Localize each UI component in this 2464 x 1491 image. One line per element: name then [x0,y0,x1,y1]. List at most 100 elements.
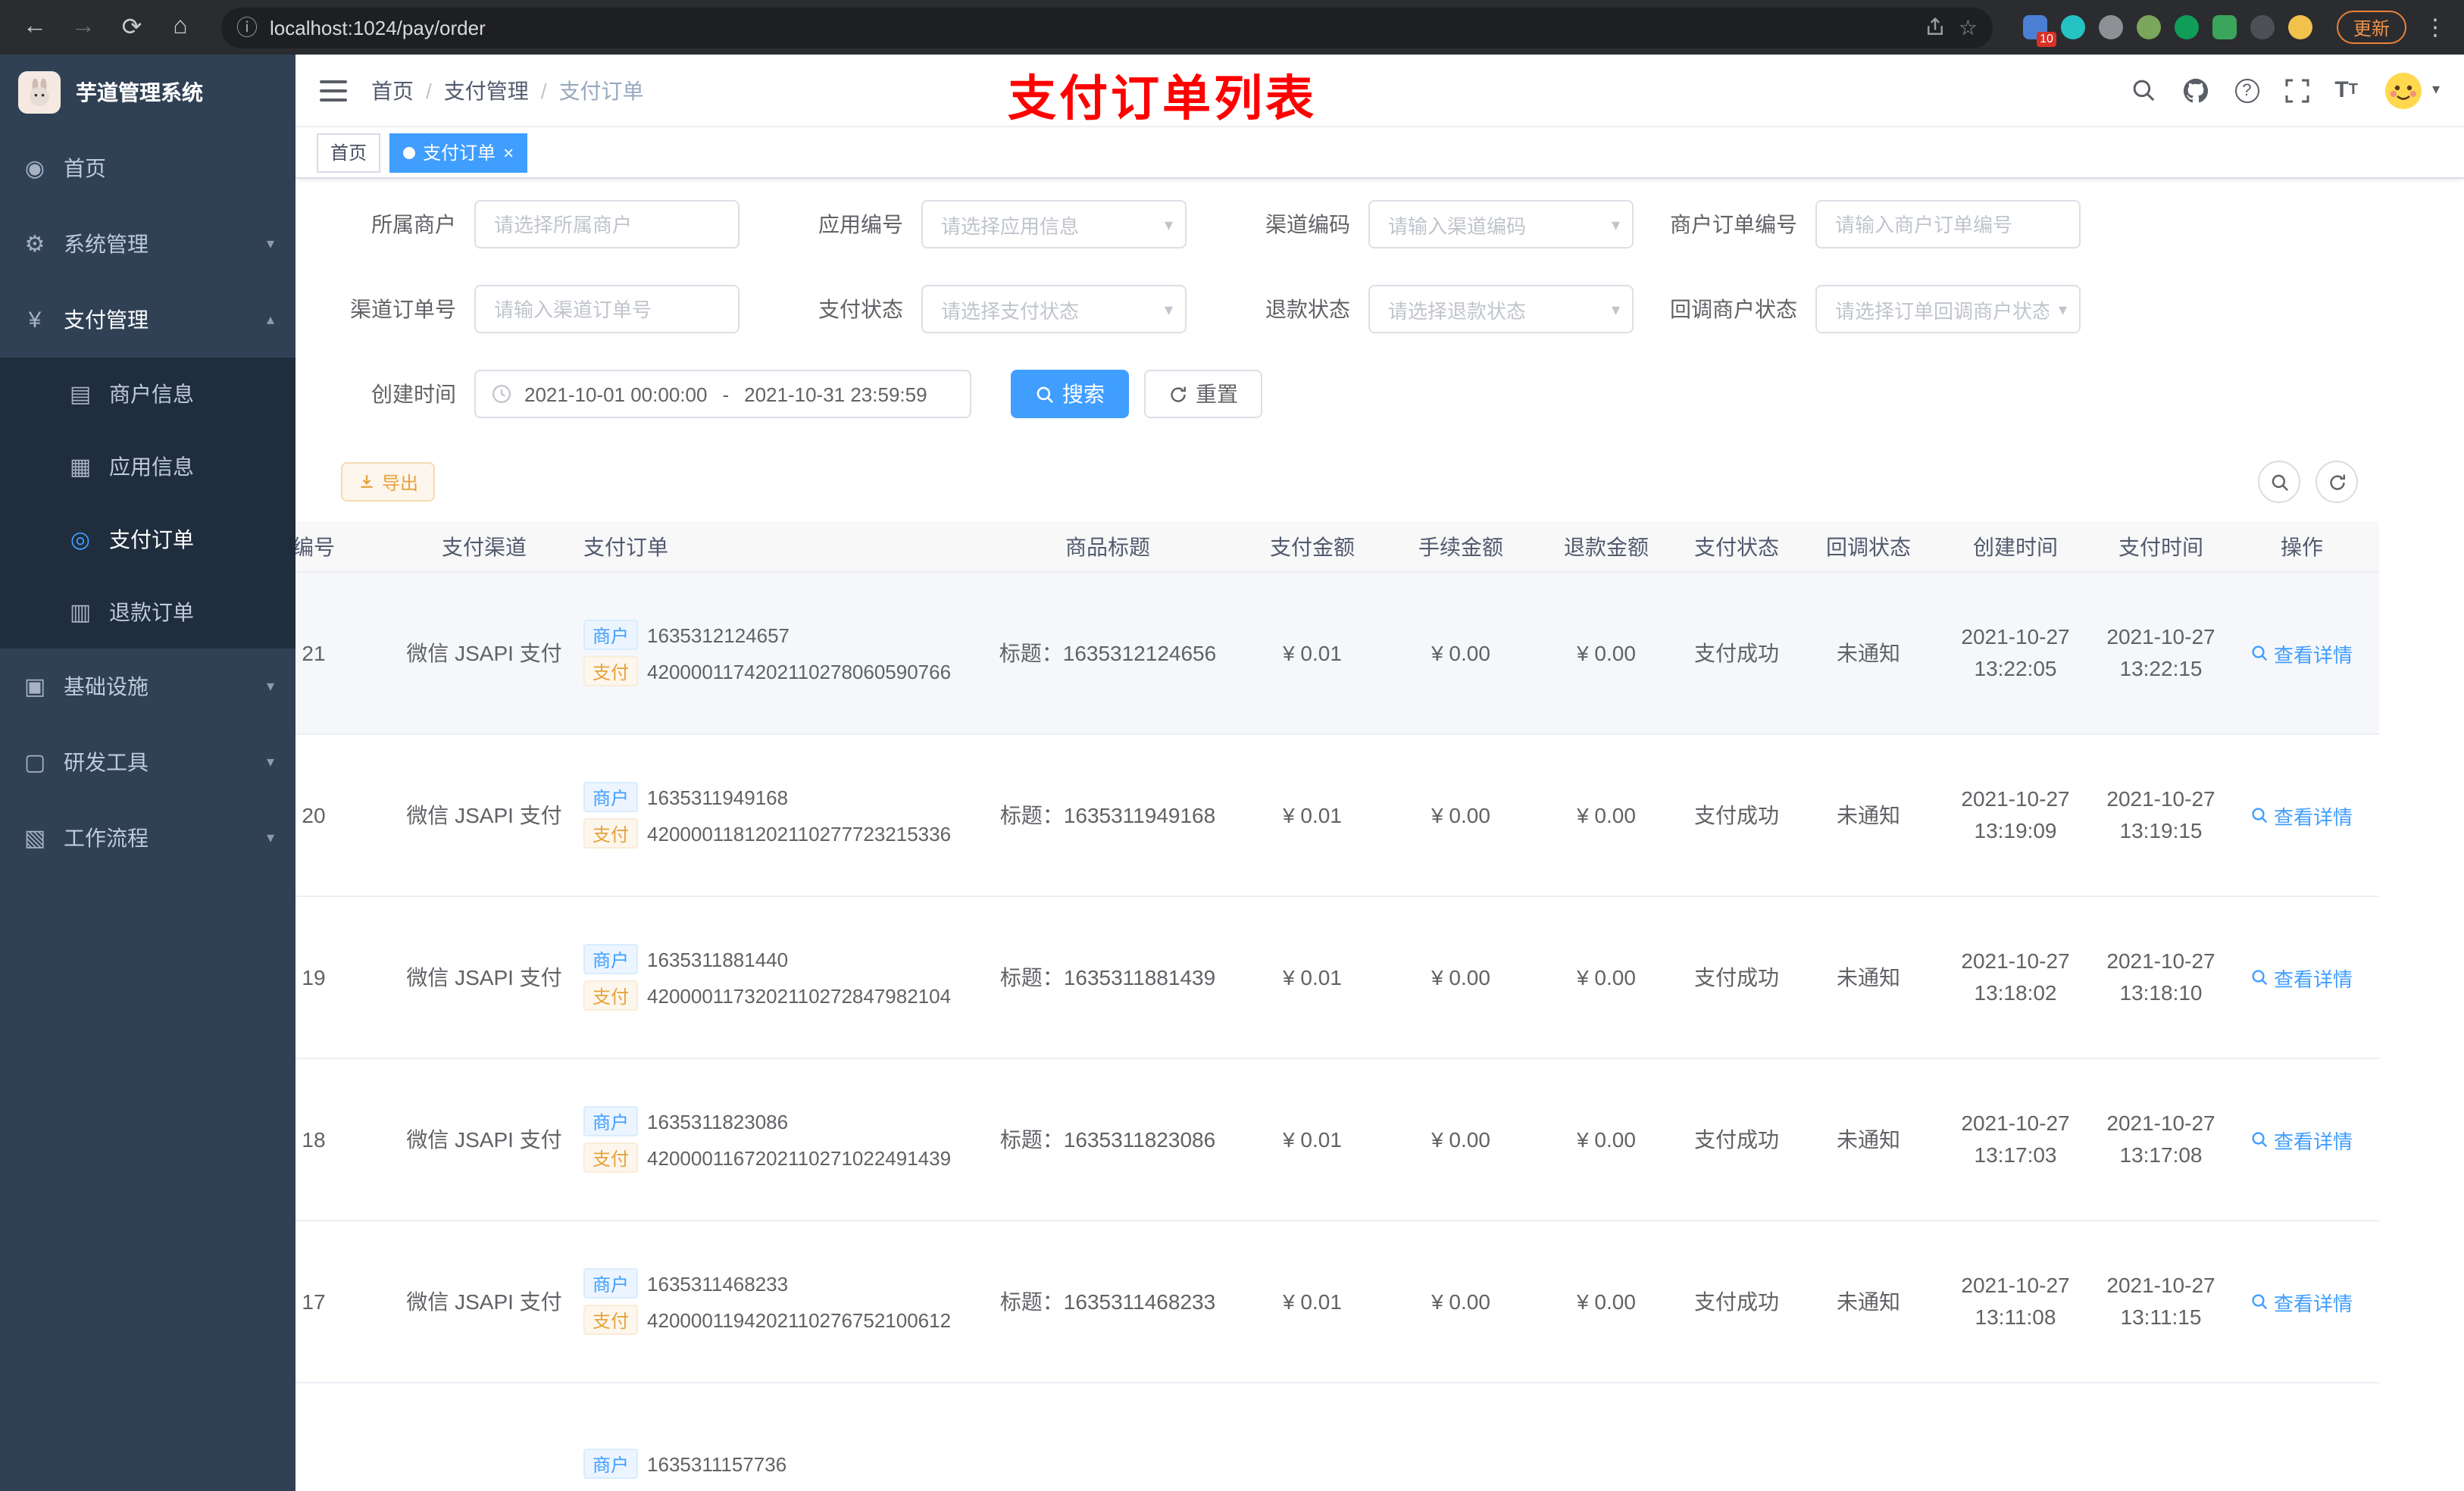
export-button[interactable]: 导出 [341,462,436,502]
view-detail-link[interactable]: 查看详情 [2251,801,2353,830]
filter-label: 回调商户状态 [1670,297,1797,321]
sidebar-item-devtools[interactable]: ▢ 研发工具 ▾ [0,724,295,800]
gray-extension-icon[interactable] [2098,15,2123,39]
breadcrumb-payment[interactable]: 支付管理 [444,75,529,105]
forward-icon[interactable]: → [64,8,103,47]
sidebar-item-home[interactable]: ◉ 首页 [0,130,295,206]
fullscreen-icon[interactable] [2284,78,2309,102]
github-icon[interactable] [2181,77,2209,104]
cell-status: 支付成功 [1694,641,1779,665]
channel-code-select[interactable]: 请输入渠道编码 ▾ [1368,200,1634,248]
sidebar-item-refund-order[interactable]: ▥ 退款订单 [0,576,295,649]
cell-fee: ¥ 0.00 [1431,641,1490,665]
filter-label: 渠道编码 [1265,212,1350,236]
profile-face-icon[interactable] [2287,15,2312,39]
help-icon[interactable] [2234,78,2259,102]
view-detail-link[interactable]: 查看详情 [2251,1125,2353,1154]
cell-fee: ¥ 0.00 [1431,803,1490,827]
back-icon[interactable]: ← [15,8,55,47]
cell-amount: ¥ 0.01 [1283,1127,1342,1152]
breadcrumb-separator: / [540,78,547,102]
reload-icon[interactable]: ⟳ [112,8,152,47]
table-row[interactable]: 17 微信 JSAPI 支付 商户 1635311468233 支付 4200001… [295,1221,2379,1383]
address-bar[interactable]: ⓘ localhost:1024/pay/order ☆ [221,7,1993,48]
search-icon[interactable] [2130,77,2156,103]
active-dot-icon [403,146,416,158]
breadcrumb-home[interactable]: 首页 [371,75,414,105]
bookmark-star-icon[interactable]: ☆ [1959,14,1978,40]
tab-pay-order[interactable]: 支付订单 × [389,133,528,172]
browser-window: ← → ⟳ ⌂ ⓘ localhost:1024/pay/order ☆ 10 … [0,0,2464,1491]
table-row[interactable]: 19 微信 JSAPI 支付 商户 1635311881440 支付 4200001… [295,897,2379,1059]
sidebar-item-label: 支付订单 [109,527,194,552]
puzzle-extension-icon[interactable]: 10 [2022,15,2056,47]
pay-order-no: 4200001194202110276752100612 [647,1308,952,1331]
notify-status-select[interactable]: 请选择订单回调商户状态 ▾ [1815,285,2081,333]
sidebar-item-payment[interactable]: ¥ 支付管理 ▴ [0,282,295,358]
sidebar-logo[interactable]: 芋道管理系统 [0,55,295,130]
sidebar-item-pay-order[interactable]: ◎ 支付订单 [0,503,295,576]
filter-create-time: 创建时间 2021-10-01 00:00:00 - 2021-10-31 23… [308,370,971,418]
pin-extension-icon[interactable] [2250,15,2275,39]
close-icon[interactable]: × [503,143,514,161]
merchant-order-no-input[interactable] [1817,213,2079,236]
app-select[interactable]: 请选择应用信息 ▾ [921,200,1187,248]
browser-menu-icon[interactable]: ⋮ [2422,14,2449,41]
search-button[interactable]: 搜索 [1011,370,1129,418]
table-row[interactable]: 20 微信 JSAPI 支付 商户 1635311949168 支付 4200001… [295,735,2379,897]
sidebar-item-label: 支付管理 [64,308,149,332]
view-detail-link[interactable]: 查看详情 [2251,963,2353,992]
table-row[interactable]: 18 微信 JSAPI 支付 商户 1635311823086 支付 4200001… [295,1059,2379,1221]
cell-paid: 2021-10-27 13:17:08 [2106,1111,2215,1167]
channel-order-no-input[interactable] [476,298,738,320]
cell-created: 2021-10-27 13:22:05 [1961,624,2070,680]
select-placeholder: 请选择退款状态 [1388,299,1527,322]
sidebar-item-label: 研发工具 [64,750,149,774]
drop-extension-icon[interactable] [2060,15,2085,39]
search-icon [2253,1132,2269,1148]
sidebar-item-system[interactable]: ⚙ 系统管理 ▾ [0,206,295,282]
hamburger-menu-icon[interactable] [320,80,347,101]
chat-extension-icon[interactable] [2212,15,2237,39]
toggle-search-button[interactable] [2258,461,2300,503]
reset-button[interactable]: 重置 [1144,370,1262,418]
sidebar-item-label: 系统管理 [64,232,149,256]
page-title-annotation: 支付订单列表 [1008,71,1318,126]
sidebar-item-workflow[interactable]: ▧ 工作流程 ▾ [0,800,295,876]
sidebar-item-infra[interactable]: ▣ 基础设施 ▾ [0,649,295,724]
pay-tag: 支付 [583,980,639,1011]
table-row[interactable]: 商户 1635311157736 [295,1383,2379,1491]
chevron-down-icon: ▾ [266,830,274,846]
green-extension-icon[interactable] [2136,15,2161,39]
sidebar-item-label: 基础设施 [64,674,149,699]
chevron-down-icon: ▾ [266,236,274,252]
font-size-icon[interactable] [2334,77,2358,103]
home-icon[interactable]: ⌂ [161,8,200,47]
search-button-label: 搜索 [1062,382,1105,406]
user-avatar[interactable]: ▾ [2384,70,2440,110]
sidebar-item-app-info[interactable]: ▦ 应用信息 [0,430,295,503]
check-extension-icon[interactable] [2174,15,2199,39]
dashboard-icon: ◉ [24,156,45,182]
refund-status-select[interactable]: 请选择退款状态 ▾ [1368,285,1634,333]
date-range-picker[interactable]: 2021-10-01 00:00:00 - 2021-10-31 23:59:5… [474,370,971,418]
table-row[interactable]: 21 微信 JSAPI 支付 商户 1635312124657 支付 4200001… [295,573,2379,735]
share-icon[interactable] [1925,17,1946,38]
sidebar-item-merchant-info[interactable]: ▤ 商户信息 [0,358,295,430]
select-placeholder: 请选择支付状态 [941,299,1080,322]
extensions-area: 10 [2022,15,2312,47]
view-detail-link[interactable]: 查看详情 [2251,639,2353,667]
col-header-paid: 支付时间 [2118,534,2203,558]
refresh-table-button[interactable] [2315,461,2358,503]
tab-home[interactable]: 首页 [317,133,381,172]
view-detail-link[interactable]: 查看详情 [2251,1287,2353,1316]
browser-update-button[interactable]: 更新 [2336,11,2406,44]
site-info-icon[interactable]: ⓘ [236,12,258,42]
col-header-action: 操作 [2281,534,2323,558]
filter-label: 渠道订单号 [350,297,456,321]
pay-status-select[interactable]: 请选择支付状态 ▾ [921,285,1187,333]
merchant-order-no: 1635311823086 [647,1110,789,1133]
cell-channel: 微信 JSAPI 支付 [406,965,562,989]
payment-submenu: ▤ 商户信息 ▦ 应用信息 ◎ 支付订单 ▥ 退款订单 [0,358,295,649]
merchant-input[interactable] [476,213,738,236]
